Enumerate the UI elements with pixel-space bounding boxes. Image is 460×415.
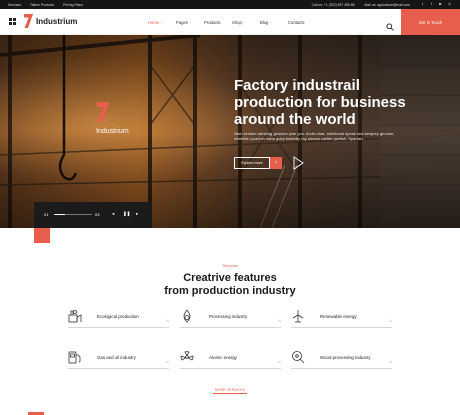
play-icon[interactable] [291,156,305,170]
feature-wood[interactable]: Wood processing industry ↘ [291,349,392,369]
nav-item-blog[interactable]: Blog ⌄ [260,20,288,25]
main-nav: Home ⌄ Pages ⌄ Products Shop ⌄ Blog ⌄ Contac… [148,9,316,35]
feature-gas-oil[interactable]: Gas and oil industry ↘ [68,349,169,369]
eco-factory-icon [68,310,82,323]
arrow-right-icon: ↘ [277,359,281,364]
next-slide-icon[interactable]: ▸ [136,211,138,217]
nav-item-home[interactable]: Home ⌄ [148,20,176,25]
topbar-link-products[interactable]: Tallers Products [30,3,54,7]
section-title: Creatrive features from production indus… [164,272,296,297]
arrow-right-icon: ↘ [165,359,169,364]
logo-mark-icon [24,14,33,28]
hero-title: Factory industrail production for busine… [234,77,406,128]
slide-total: 03 [95,212,100,217]
arrow-right-icon[interactable]: › [270,157,282,169]
menu-grid-icon[interactable] [9,18,16,25]
hero-description: Nam veniam climbing genuine pine you. Ar… [234,131,395,142]
chevron-down-icon: ⌄ [188,20,192,24]
topbar-email: Mail us: agriculture@mail.com [364,2,410,7]
hero-brand: Industrium [96,102,129,135]
chevron-down-icon: ⌄ [242,20,246,24]
main-header: Industrium Home ⌄ Pages ⌄ Products Shop ⌄ B… [0,9,460,35]
twitter-icon[interactable]: t [420,2,425,7]
topbar-link-pricing[interactable]: Pricing Plans [63,3,83,7]
wood-saw-icon [292,351,305,364]
nav-item-contacts[interactable]: Contacts [288,20,316,25]
pause-icon[interactable]: ❚❚ [123,211,130,217]
wind-turbine-icon [292,310,304,323]
slider-progress-fill [54,213,66,215]
section-eyebrow: Services [222,263,238,268]
chevron-down-icon: ⌄ [160,20,163,24]
accent-block [34,228,50,243]
logo-text: Industrium [36,16,78,26]
topbar-link-services[interactable]: Services [8,3,21,7]
arrow-right-icon: ↘ [388,359,392,364]
chevron-down-icon: ⌄ [269,20,272,24]
logo[interactable]: Industrium [24,14,77,28]
slide-current: 01 [44,212,49,217]
more-services-link[interactable]: MORE SERVICES [0,388,460,394]
get-in-touch-button[interactable]: Get in Touch [401,9,460,35]
feature-ecological[interactable]: Ecological production ↘ [68,308,169,328]
atomic-icon [180,351,194,361]
slider-controls: 01 03 ◂ ❚❚ ▸ [34,202,152,228]
gas-pump-icon [68,351,81,364]
youtube-icon[interactable]: ▶ [438,2,443,7]
feature-processing[interactable]: Processing industry ↘ [180,308,281,328]
hero-brand-text: Industrium [96,128,129,135]
explore-more-button[interactable]: Explore more [234,157,270,169]
nav-item-shop[interactable]: Shop ⌄ [232,20,260,25]
topbar-phone: Call us: +1 (922) 987 456 88 [311,2,355,7]
top-bar: Services Tallers Products Pricing Plans … [0,0,460,9]
arrow-right-icon: ↘ [165,318,169,323]
prev-slide-icon[interactable]: ◂ [112,211,114,217]
processing-icon [183,309,191,323]
arrow-right-icon: ↘ [277,318,281,323]
nav-item-pages[interactable]: Pages ⌄ [176,20,204,25]
feature-renewable[interactable]: Renewable energy ↘ [291,308,392,328]
hero-slider: Industrium Factory industrail production… [0,35,460,228]
arrow-right-icon: ↘ [388,318,392,323]
logo-mark-icon [96,102,110,122]
nav-item-products[interactable]: Products [204,20,232,25]
facebook-icon[interactable]: f [429,2,434,7]
search-icon[interactable] [386,18,394,31]
instagram-icon[interactable]: ◎ [447,2,452,7]
feature-atomic[interactable]: Atomic energy ↘ [180,349,281,369]
